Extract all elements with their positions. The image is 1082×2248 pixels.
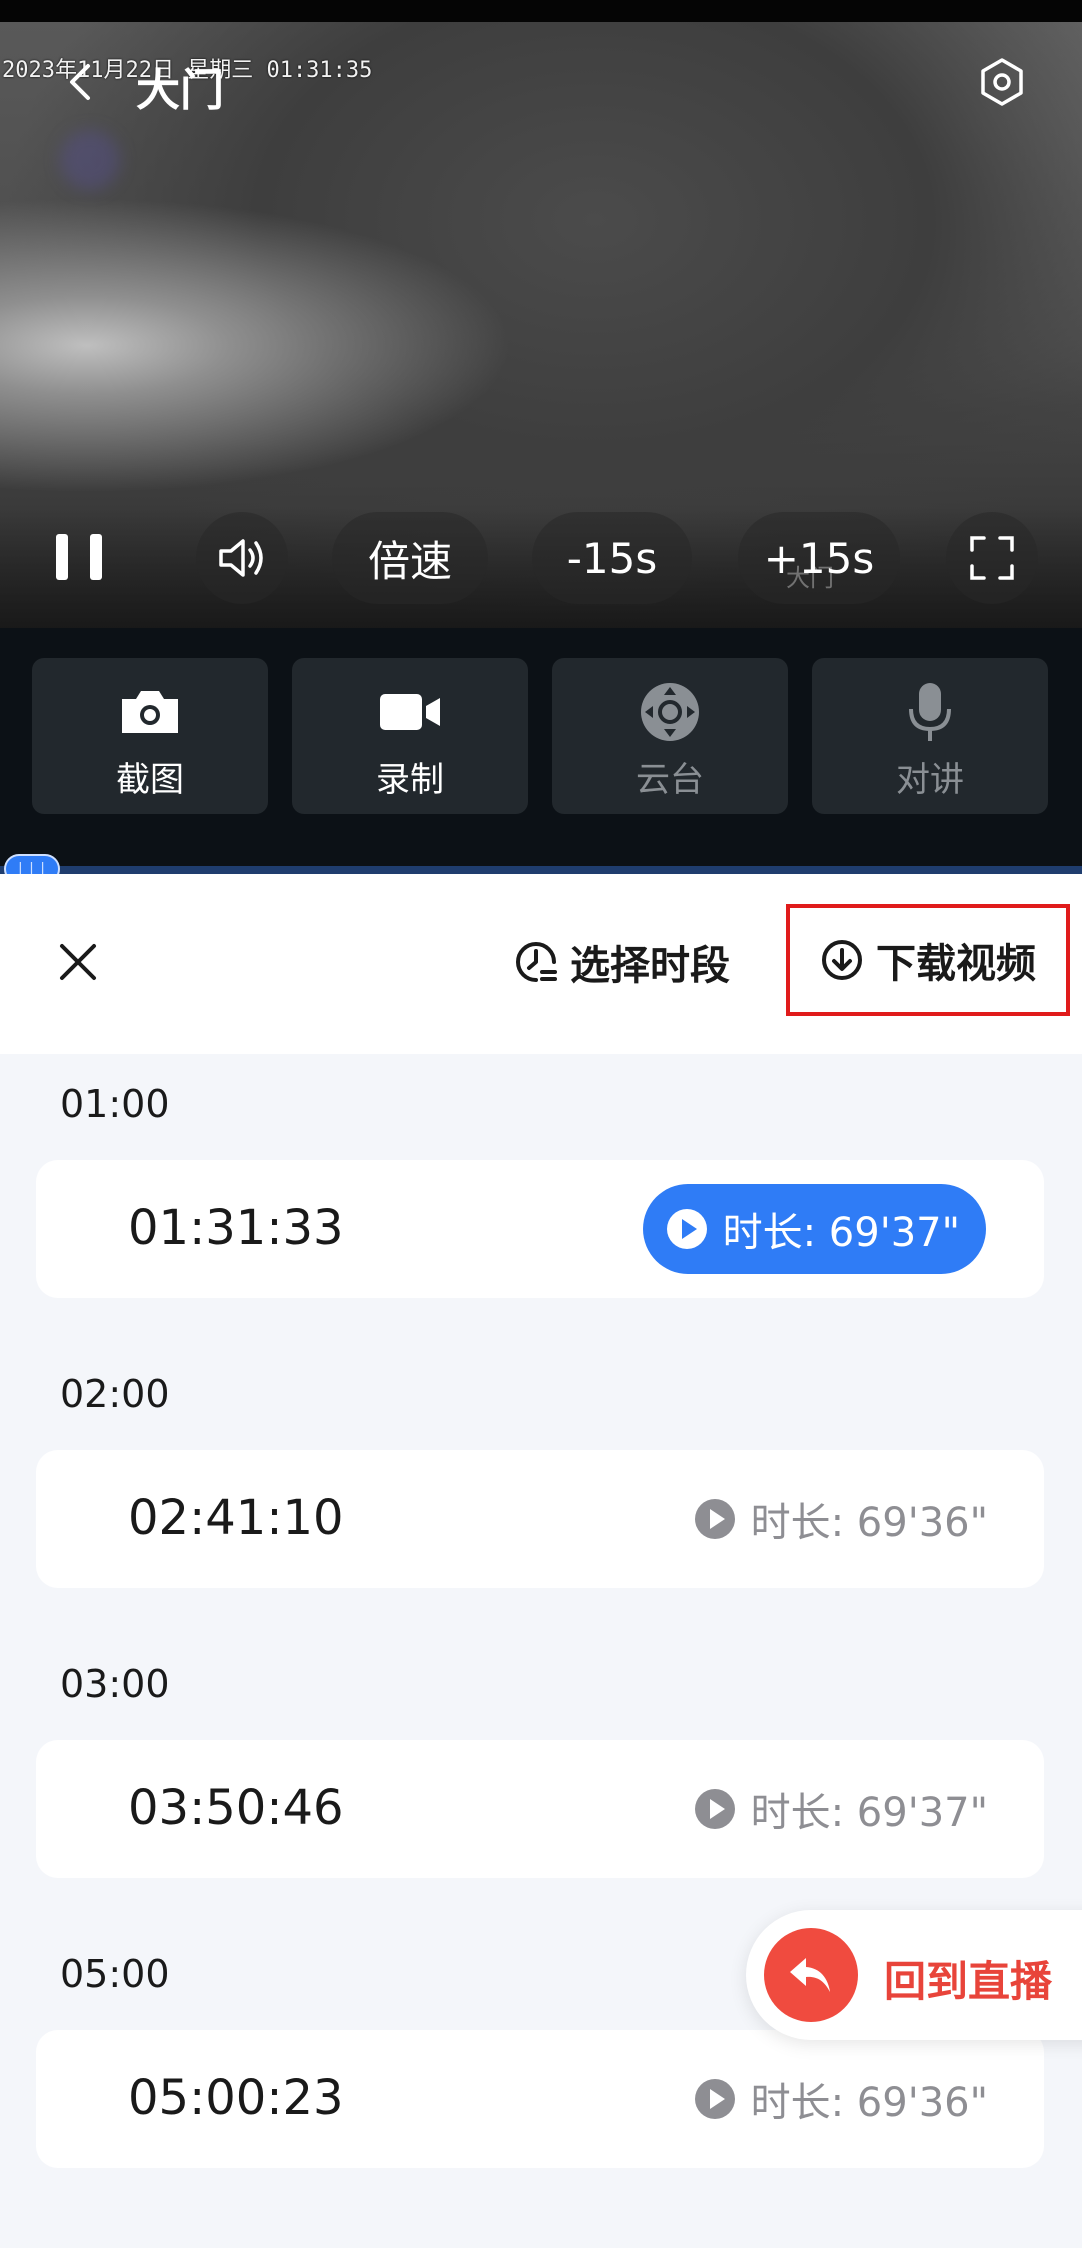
volume-button[interactable]	[196, 512, 288, 604]
ptz-icon	[641, 683, 699, 741]
back-arrow-icon[interactable]	[62, 62, 102, 102]
video-frame-blur	[60, 130, 120, 190]
play-icon	[694, 1499, 735, 1539]
recording-duration: 时长: 69'36"	[750, 1500, 988, 1546]
hour-group-label: 01:00	[60, 1082, 170, 1126]
ptz-button[interactable]: 云台	[552, 658, 788, 814]
recording-duration: 时长: 69'37"	[722, 1210, 960, 1256]
camera-icon	[122, 691, 178, 733]
sheet-header: 选择时段 下载视频	[0, 874, 1082, 1054]
video-watermark: 大门	[786, 564, 834, 592]
download-video-label: 下载视频	[876, 941, 1036, 987]
recording-duration: 时长: 69'36"	[750, 2080, 988, 2126]
screenshot-button[interactable]: 截图	[32, 658, 268, 814]
select-time-range-button[interactable]: 选择时段	[514, 936, 730, 989]
fullscreen-icon	[970, 536, 1014, 580]
intercom-button[interactable]: 对讲	[812, 658, 1048, 814]
close-icon[interactable]	[56, 940, 100, 984]
timeline-progress-line	[0, 866, 1082, 874]
duration-play-button[interactable]: 时长: 69'36"	[693, 1484, 988, 1554]
clock-range-icon	[516, 942, 557, 982]
record-label: 录制	[376, 760, 444, 800]
recording-duration: 时长: 69'37"	[750, 1790, 988, 1836]
action-toolbar: 截图 录制 云台 对讲	[0, 628, 1082, 868]
back-to-live-label: 回到直播	[884, 1957, 1053, 2006]
speed-button[interactable]: 倍速	[332, 512, 488, 604]
back-to-live-button[interactable]: 回到直播	[746, 1910, 1082, 2040]
back-to-live-icon-circle	[764, 1928, 858, 2022]
screenshot-label: 截图	[116, 760, 184, 800]
camera-title: 大门	[136, 65, 224, 116]
settings-icon[interactable]	[976, 56, 1028, 108]
microphone-icon	[909, 683, 951, 741]
recording-item[interactable]: 05:00:23 时长: 69'36"	[36, 2030, 1044, 2168]
recording-item[interactable]: 02:41:10 时长: 69'36"	[36, 1450, 1044, 1588]
duration-play-button[interactable]: 时长: 69'36"	[693, 2064, 988, 2134]
duration-play-button[interactable]: 时长: 69'37"	[642, 1184, 986, 1274]
recording-item[interactable]: 01:31:33 时长: 69'37"	[36, 1160, 1044, 1298]
video-player[interactable]: 2023年11月22日 星期三 01:31:35 大门 倍速 -15s +15s…	[0, 0, 1082, 628]
fullscreen-button[interactable]	[946, 512, 1038, 604]
hour-group-label: 05:00	[60, 1952, 170, 1996]
play-icon	[694, 2079, 735, 2119]
select-time-range-label: 选择时段	[570, 943, 730, 989]
return-arrow-icon	[790, 1958, 830, 1992]
video-camera-icon	[380, 694, 440, 730]
intercom-label: 对讲	[896, 760, 964, 800]
hour-group-label: 02:00	[60, 1372, 170, 1416]
recording-start-time: 03:50:46	[128, 1780, 344, 1836]
duration-play-button[interactable]: 时长: 69'37"	[693, 1774, 988, 1844]
recording-start-time: 01:31:33	[128, 1200, 344, 1256]
play-icon	[666, 1209, 707, 1249]
recording-list-sheet: 选择时段 下载视频 01:00 01:31:33 时长: 69'37" 02:0…	[0, 874, 1082, 2248]
download-video-button[interactable]: 下载视频	[786, 904, 1070, 1016]
play-icon	[694, 1789, 735, 1829]
pause-button[interactable]	[48, 530, 110, 586]
recording-start-time: 05:00:23	[128, 2070, 344, 2126]
status-bar	[0, 0, 1082, 22]
recording-start-time: 02:41:10	[128, 1490, 344, 1546]
recording-item[interactable]: 03:50:46 时长: 69'37"	[36, 1740, 1044, 1878]
hour-group-label: 03:00	[60, 1662, 170, 1706]
ptz-label: 云台	[636, 760, 704, 800]
speaker-icon	[219, 539, 263, 577]
rewind-15s-button[interactable]: -15s	[532, 512, 692, 604]
download-icon	[822, 940, 862, 980]
record-button[interactable]: 录制	[292, 658, 528, 814]
